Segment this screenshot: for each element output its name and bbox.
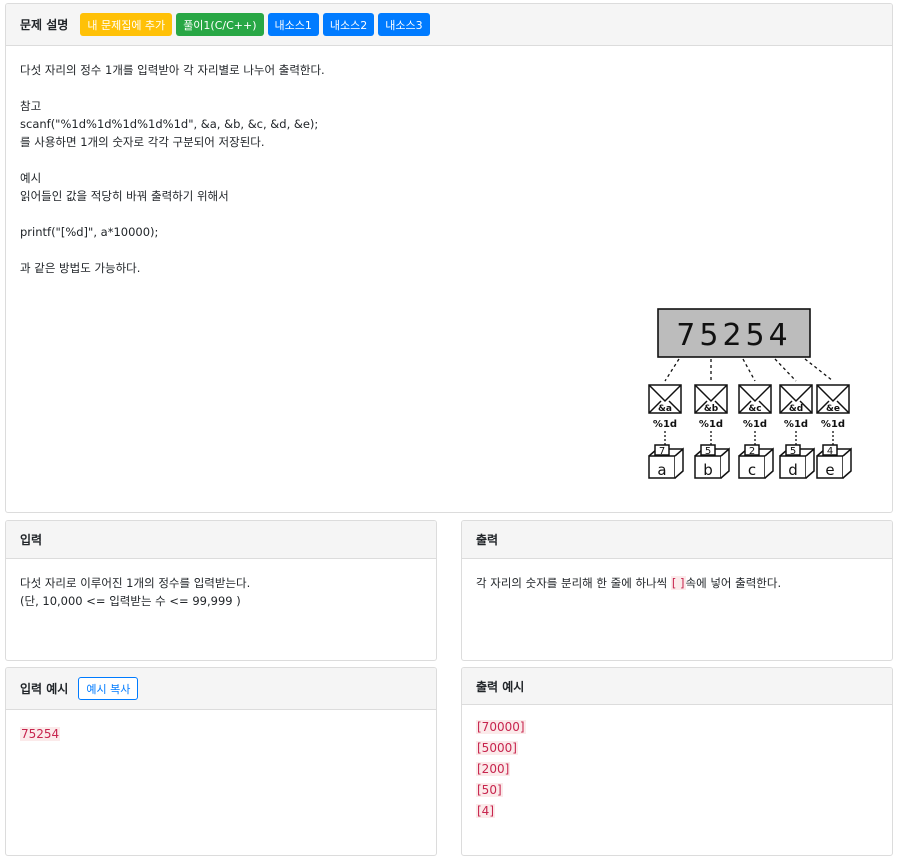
input-desc-line: (단, 10,000 <= 입력받는 수 <= 99,999 ) [20,593,241,608]
sample-output-line: [200] [476,762,511,776]
diagram-pointer-label: &e [826,404,840,414]
output-title: 출력 [476,533,499,547]
sample-input-card: 입력 예시 예시 복사 75254 [5,667,437,856]
add-to-my-set-button[interactable]: 내 문제집에 추가 [80,13,173,36]
scanf-diagram-image: 75254 &a &b &c &d &e 7 a 5 b 2 c 5 d 4 e %1d %1d %1d %1d… [648,308,852,479]
sample-input-body: 75254 [6,710,436,759]
sample-output-line: [4] [476,804,495,818]
diagram-format-label: %1d [821,419,845,430]
description-line: 를 사용하면 1개의 숫자로 각각 구분되어 저장된다. [20,135,265,149]
diagram-number: 75254 [676,318,791,353]
diagram-var: b [703,461,713,479]
sample-output-header: 출력 예시 [462,668,892,705]
my-source-1-button[interactable]: 내소스1 [267,13,319,36]
my-source-2-button[interactable]: 내소스2 [322,13,375,36]
input-desc-line: 다섯 자리로 이루어진 1개의 정수를 입력받는다. [20,576,251,590]
solution-button[interactable]: 풀이1(C/C++) [176,13,264,36]
diagram-var: d [788,461,798,479]
description-line: 과 같은 방법도 가능하다. [20,261,141,275]
diagram-digit: 2 [749,446,755,457]
output-body: 각 자리의 숫자를 분리해 한 줄에 하나씩 [ ]속에 넣어 출력한다. [462,559,892,607]
diagram-pointer-label: &d [789,404,803,414]
diagram-pointer-label: &c [748,404,761,414]
diagram-format-label: %1d [699,419,723,430]
problem-description-body: 다섯 자리의 정수 1개를 입력받아 각 자리별로 나누어 출력한다. 참고 s… [6,46,892,292]
description-code-scanf: scanf("%1d%1d%1d%1d%1d", &a, &b, &c, &d,… [20,117,319,131]
diagram-var: a [657,461,666,479]
diagram-pointer-label: &a [658,404,672,414]
diagram-digit: 5 [705,446,711,457]
sample-output-title: 출력 예시 [476,679,525,694]
sample-input-value: 75254 [20,727,61,741]
my-source-3-button[interactable]: 내소스3 [378,13,430,36]
input-card: 입력 다섯 자리로 이루어진 1개의 정수를 입력받는다. (단, 10,000… [5,520,437,661]
sample-output-body: [70000] [5000] [200] [50] [4] [462,705,892,836]
diagram-format-label: %1d [784,419,808,430]
problem-description-header: 문제 설명 내 문제집에 추가 풀이1(C/C++) 내소스1 내소스2 내소스… [6,4,892,46]
problem-description-title: 문제 설명 [20,18,69,32]
diagram-format-label: %1d [743,419,767,430]
diagram-pointer-label: &b [704,404,719,414]
output-desc-text: 각 자리의 숫자를 분리해 한 줄에 하나씩 [476,576,671,590]
problem-description-card: 문제 설명 내 문제집에 추가 풀이1(C/C++) 내소스1 내소스2 내소스… [5,3,893,513]
copy-sample-button[interactable]: 예시 복사 [78,677,139,700]
input-title: 입력 [20,533,43,547]
description-line: 참고 [20,99,42,113]
description-line: 예시 [20,171,42,185]
diagram-digit: 5 [790,446,796,457]
description-line: 읽어들인 값을 적당히 바꿔 출력하기 위해서 [20,189,229,203]
output-card: 출력 각 자리의 숫자를 분리해 한 줄에 하나씩 [ ]속에 넣어 출력한다. [461,520,893,661]
sample-output-card: 출력 예시 [70000] [5000] [200] [50] [4] [461,667,893,856]
output-desc-text: 속에 넣어 출력한다. [685,576,782,590]
diagram-var: c [748,461,756,479]
input-body: 다섯 자리로 이루어진 1개의 정수를 입력받는다. (단, 10,000 <=… [6,559,436,625]
description-code-printf: printf("[%d]", a*10000); [20,225,159,239]
diagram-format-label: %1d [653,419,677,430]
output-bracket-highlight: [ ] [670,576,686,590]
diagram-digit: 7 [659,446,665,457]
description-line: 다섯 자리의 정수 1개를 입력받아 각 자리별로 나누어 출력한다. [20,63,325,77]
input-header: 입력 [6,521,436,559]
sample-output-line: [5000] [476,741,518,755]
output-header: 출력 [462,521,892,559]
diagram-var: e [825,461,834,479]
sample-input-header: 입력 예시 예시 복사 [6,668,436,710]
diagram-digit: 4 [827,446,833,457]
sample-output-line: [70000] [476,720,526,734]
sample-output-line: [50] [476,783,503,797]
sample-input-title: 입력 예시 [20,682,69,696]
